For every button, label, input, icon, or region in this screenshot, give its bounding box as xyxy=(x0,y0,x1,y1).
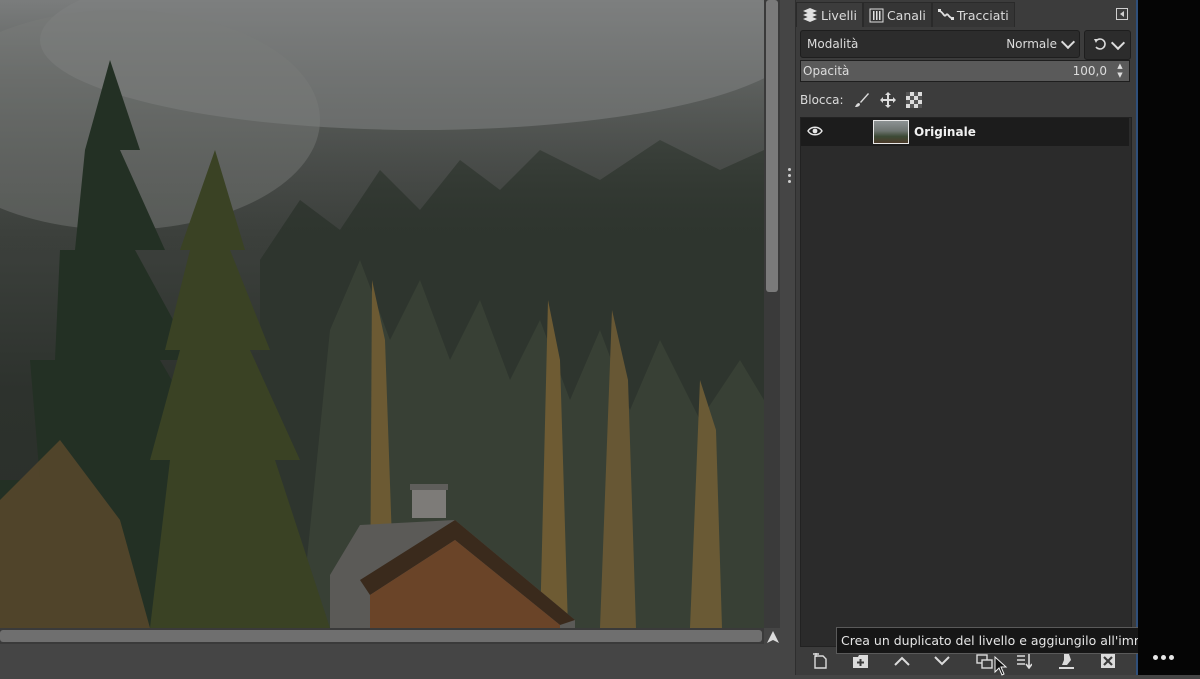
layers-dock: Livelli Canali Tracciati Modalità Normal… xyxy=(796,0,1138,675)
layer-thumbnail[interactable] xyxy=(873,120,909,144)
alpha-lock-icon[interactable] xyxy=(905,92,922,108)
opacity-label: Opacità xyxy=(803,64,850,78)
tab-layers-label: Livelli xyxy=(821,7,857,23)
mode-value: Normale xyxy=(1006,37,1057,51)
tooltip: Crea un duplicato del livello e aggiungi… xyxy=(836,627,1186,654)
tab-paths[interactable]: Tracciati xyxy=(931,2,1015,27)
brush-lock-icon[interactable] xyxy=(854,92,870,108)
tab-layers[interactable]: Livelli xyxy=(796,2,863,27)
dock-divider[interactable] xyxy=(781,0,796,675)
anchor-icon[interactable] xyxy=(1056,652,1076,670)
vertical-scrollbar[interactable] xyxy=(764,0,780,628)
raise-icon[interactable] xyxy=(892,652,912,670)
lock-label: Blocca: xyxy=(800,93,844,107)
composite-mode-button[interactable] xyxy=(1084,30,1131,60)
new-group-icon[interactable] xyxy=(850,652,870,670)
chevron-down-icon xyxy=(1110,35,1125,51)
lower-icon[interactable] xyxy=(932,652,952,670)
tab-channels[interactable]: Canali xyxy=(862,2,932,27)
paths-icon xyxy=(937,8,954,22)
screen-edge xyxy=(1138,0,1200,675)
more-icon[interactable] xyxy=(1153,655,1174,660)
spin-arrows-icon[interactable]: ▲ ▼ xyxy=(1113,61,1127,81)
dock-menu-icon[interactable] xyxy=(1116,8,1128,20)
vertical-scroll-thumb[interactable] xyxy=(766,0,778,292)
horizontal-scroll-thumb[interactable] xyxy=(0,630,762,642)
status-bar xyxy=(0,644,785,675)
opacity-spinbox[interactable]: Opacità 100,0 ▲ ▼ xyxy=(800,60,1130,82)
duplicate-icon[interactable] xyxy=(974,652,994,670)
eye-icon[interactable] xyxy=(807,125,823,140)
channels-icon xyxy=(869,8,884,23)
move-lock-icon[interactable] xyxy=(879,92,896,108)
horizontal-scrollbar[interactable] xyxy=(0,628,764,644)
photo-forest-fog xyxy=(0,0,764,628)
layer-name[interactable]: Originale xyxy=(914,125,976,139)
resize-grip-icon[interactable] xyxy=(788,168,792,186)
mouse-cursor-icon xyxy=(994,655,1008,679)
lock-row: Blocca: xyxy=(800,90,922,110)
chevron-down-icon xyxy=(1060,34,1076,50)
mode-select[interactable]: Modalità Normale xyxy=(800,30,1080,58)
mode-label: Modalità xyxy=(807,37,859,51)
merge-icon[interactable] xyxy=(1014,652,1034,670)
new-layer-icon[interactable] xyxy=(810,652,830,670)
layer-row[interactable]: Originale xyxy=(801,118,1129,146)
tab-channels-label: Canali xyxy=(886,7,926,23)
opacity-value: 100,0 xyxy=(1072,64,1107,78)
dock-tabs: Livelli Canali Tracciati xyxy=(796,2,1015,28)
layers-list[interactable]: Originale xyxy=(800,117,1132,647)
reset-icon xyxy=(1093,37,1107,54)
image-canvas[interactable] xyxy=(0,0,764,628)
layers-icon xyxy=(802,7,818,23)
delete-icon[interactable] xyxy=(1098,652,1118,670)
tab-paths-label: Tracciati xyxy=(956,7,1009,23)
